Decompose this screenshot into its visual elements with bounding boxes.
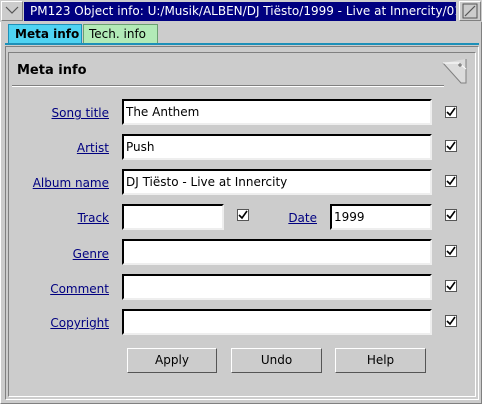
copyright-field[interactable]	[122, 309, 432, 335]
window-title: PM123 Object info: U:/Musik/ALBEN/DJ Tië…	[24, 2, 456, 21]
album-name-label: Album name	[32, 176, 109, 190]
copyright-label: Copyright	[50, 316, 109, 330]
tab-tech-info[interactable]: Tech. info	[83, 24, 158, 43]
song-title-label: Song title	[51, 106, 109, 120]
genre-label: Genre	[72, 247, 109, 261]
album-name-checkbox[interactable]	[445, 175, 457, 187]
page-fold-icon[interactable]	[441, 57, 467, 85]
date-label: Date	[288, 211, 317, 225]
apply-button[interactable]: Apply	[127, 348, 217, 373]
song-title-checkbox[interactable]	[445, 106, 457, 118]
date-checkbox[interactable]	[445, 209, 457, 221]
comment-field[interactable]	[122, 274, 432, 300]
undo-button[interactable]: Undo	[231, 348, 322, 373]
comment-checkbox[interactable]	[445, 280, 457, 292]
heading-divider	[12, 85, 444, 87]
date-field[interactable]	[330, 204, 432, 230]
artist-checkbox[interactable]	[445, 140, 457, 152]
tab-underline	[5, 43, 479, 45]
track-checkbox[interactable]	[237, 209, 249, 221]
window-menu-button[interactable]	[1, 1, 23, 21]
artist-label: Artist	[76, 141, 109, 155]
window-menu-icon	[5, 6, 19, 14]
album-name-field[interactable]	[122, 169, 432, 195]
close-button[interactable]	[459, 1, 481, 21]
tab-meta-info[interactable]: Meta info	[8, 24, 82, 43]
close-icon	[462, 3, 478, 19]
song-title-field[interactable]	[122, 99, 432, 125]
help-button[interactable]: Help	[335, 348, 426, 373]
track-field[interactable]	[122, 204, 224, 230]
page-title: Meta info	[17, 63, 87, 78]
genre-field[interactable]	[122, 239, 432, 265]
comment-label: Comment	[50, 282, 109, 296]
track-label: Track	[77, 211, 109, 225]
copyright-checkbox[interactable]	[445, 315, 457, 327]
genre-checkbox[interactable]	[445, 245, 457, 257]
artist-field[interactable]	[122, 134, 432, 160]
